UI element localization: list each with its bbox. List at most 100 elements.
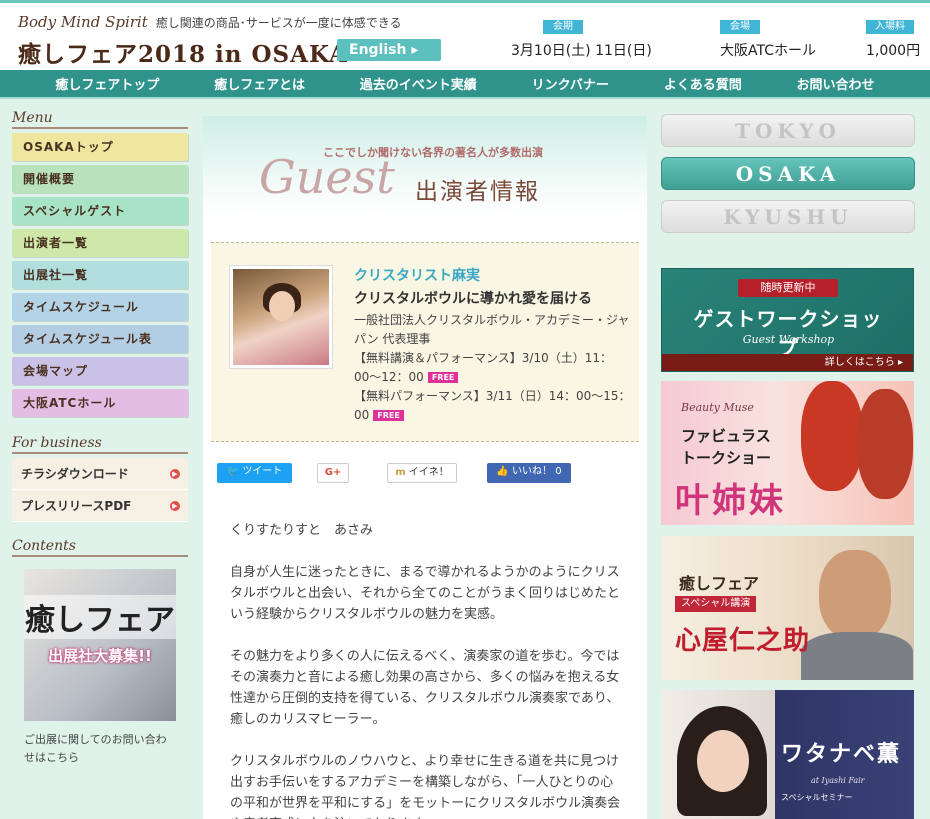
kano-sisters-name: 叶姉妹 <box>675 481 786 521</box>
free-badge: FREE <box>373 410 404 421</box>
nav-about[interactable]: 癒しフェアとは <box>214 74 305 93</box>
arrow-right-icon: ▸ <box>411 42 419 58</box>
bio-paragraph-2: その魅力をより多くの人に伝えるべく、演奏家の道を歩む。今ではその演奏力と音による… <box>230 649 620 727</box>
right-sidebar: TOKYO OSAKA KYUSHU 随時更新中 ゲストワークショップ Gues… <box>661 114 915 819</box>
talkshow-title: ファビュラス トークショー <box>681 425 771 469</box>
city-tab-osaka[interactable]: OSAKA <box>661 157 915 190</box>
workshop-title: ゲストワークショップ <box>693 307 883 360</box>
bio-reading: くりすたりすと あさみ <box>230 523 374 538</box>
guest-title-ja: 出演者情報 <box>415 179 540 205</box>
mixi-button[interactable]: m イイネ！ <box>387 463 457 483</box>
venue-value: 大阪ATCホール <box>720 43 816 59</box>
city-tab-tokyo[interactable]: TOKYO <box>661 114 915 147</box>
performer-org: 一般社団法人クリスタルボウル・アカデミー・ジャパン 代表理事 <box>354 313 630 346</box>
event-1: 【無料講演＆パフォーマンス】3/10（土）11：00〜12：00 FREE <box>354 349 632 387</box>
contents-heading: Contents <box>12 538 188 557</box>
nav-top[interactable]: 癒しフェアトップ <box>55 74 159 93</box>
menu-item-osaka-top[interactable]: OSAKAトップ <box>12 133 188 161</box>
tagline: Body Mind Spirit 癒し関連の商品･サービスが一度に体感できる <box>18 13 402 31</box>
flyer-download-label: チラシダウンロード <box>21 467 129 481</box>
exhibitor-recruit-banner[interactable]: 癒しフェア 出展社大募集!! <box>24 569 176 721</box>
fb-label: いいね！ 0 <box>512 466 562 477</box>
bird-icon: 🐦 <box>226 466 240 477</box>
portrait-shape <box>697 730 749 792</box>
kokoroya-fair-label: 癒しフェア <box>679 574 760 593</box>
update-badge: 随時更新中 <box>738 279 838 297</box>
menu-item-atc-hall[interactable]: 大阪ATCホール <box>12 389 188 417</box>
kano-sisters-banner[interactable]: Beauty Muse ファビュラス トークショー 叶姉妹 <box>661 381 914 525</box>
performer-title: クリスタルボウルに導かれ愛を届ける <box>354 291 592 307</box>
press-release-label: プレスリリースPDF <box>21 499 132 513</box>
menu-item-time-schedule-table[interactable]: タイムスケジュール表 <box>12 325 188 353</box>
promo-subtitle: 出展社大募集!! <box>48 647 152 665</box>
menu-item-performers[interactable]: 出演者一覧 <box>12 229 188 257</box>
workshop-more-link[interactable]: 詳しくはこちら ▸ <box>662 354 913 371</box>
left-sidebar: Menu OSAKAトップ 開催概要 スペシャルゲスト 出演者一覧 出展社一覧 … <box>12 110 188 767</box>
arrow-circle-icon: ▶ <box>170 501 180 511</box>
site-header: Body Mind Spirit 癒し関連の商品･サービスが一度に体感できる 癒し… <box>0 0 930 70</box>
watanabe-name: ワタナベ薫 <box>781 741 902 767</box>
talkshow-line1: ファビュラス <box>681 427 771 445</box>
flyer-download-link[interactable]: チラシダウンロード ▶ <box>12 458 188 490</box>
nav-faq[interactable]: よくある質問 <box>664 74 742 93</box>
bio-paragraph-1: 自身が人生に迷ったときに、まるで導かれるようかのようにクリスタルボウルと出会い、… <box>230 565 621 622</box>
period-badge: 会期 <box>543 20 583 34</box>
workshop-subtitle: Guest Workshop <box>742 333 835 346</box>
mixi-label: イイネ！ <box>408 467 449 478</box>
mixi-icon: m <box>395 467 406 478</box>
performer-photo <box>229 265 333 369</box>
guest-workshop-banner[interactable]: 随時更新中 ゲストワークショップ Guest Workshop 詳しくはこちら … <box>661 268 914 372</box>
portrait-shape <box>801 632 913 680</box>
special-lecture-badge: スペシャル講演 <box>675 596 757 612</box>
main-content: Guest ここでしか聞けない各界の著名人が多数出演 出演者情報 クリスタリスト… <box>203 116 647 819</box>
bio-paragraph-3: クリスタルボウルのノウハウと、より幸せに生きる道を共に見つけ出すお手伝いをするア… <box>230 754 621 819</box>
portrait-shape <box>801 381 863 491</box>
facebook-like-button[interactable]: 👍 いいね！ 0 <box>487 463 571 483</box>
period-value: 3月10日(土) 11日(日) <box>511 43 652 59</box>
watanabe-sub: at Iyashi Fair <box>811 776 865 785</box>
menu-heading: Menu <box>12 110 188 129</box>
performer-bio: くりすたりすと あさみ 自身が人生に迷ったときに、まるで導かれるようかのようにク… <box>230 520 625 819</box>
business-heading: For business <box>12 435 188 454</box>
tagline-en: Body Mind Spirit <box>18 13 148 31</box>
exhibitor-contact-link[interactable]: ご出展に関してのお問い合わせはこちら <box>24 731 176 767</box>
free-badge: FREE <box>427 372 459 383</box>
menu-item-time-schedule[interactable]: タイムスケジュール <box>12 293 188 321</box>
watanabe-banner[interactable]: ワタナベ薫 at Iyashi Fair スペシャルセミナー <box>661 690 914 819</box>
nav-link-banner[interactable]: リンクバナー <box>532 74 609 93</box>
tagline-ja: 癒し関連の商品･サービスが一度に体感できる <box>155 16 402 30</box>
guest-subtitle: ここでしか聞けない各界の著名人が多数出演 <box>323 146 543 159</box>
english-button[interactable]: English ▸ <box>337 39 441 61</box>
kokoroya-name: 心屋仁之助 <box>675 626 811 656</box>
menu-item-exhibitors[interactable]: 出展社一覧 <box>12 261 188 289</box>
thumbs-up-icon: 👍 <box>496 466 509 477</box>
city-tab-kyushu[interactable]: KYUSHU <box>661 200 915 233</box>
tweet-button[interactable]: 🐦 ツイート <box>217 463 292 483</box>
talkshow-line2: トークショー <box>681 449 772 467</box>
portrait-shape <box>819 550 891 640</box>
event-1-text: 【無料講演＆パフォーマンス】3/10（土）11：00〜12：00 <box>354 351 612 384</box>
english-label: English <box>349 42 407 58</box>
nav-contact[interactable]: お問い合わせ <box>797 74 875 93</box>
fee-value: 1,000円 <box>866 43 921 59</box>
menu-item-venue-map[interactable]: 会場マップ <box>12 357 188 385</box>
performer-card: クリスタリスト麻実 クリスタルボウルに導かれ愛を届ける 一般社団法人クリスタルボ… <box>211 242 639 442</box>
main-nav: 癒しフェアトップ 癒しフェアとは 過去のイベント実績 リンクバナー よくある質問… <box>0 70 930 99</box>
promo-title: 癒しフェア <box>24 595 176 639</box>
performer-name: クリスタリスト麻実 <box>354 268 480 284</box>
press-release-link[interactable]: プレスリリースPDF ▶ <box>12 490 188 522</box>
portrait-shape <box>857 389 913 499</box>
menu-item-overview[interactable]: 開催概要 <box>12 165 188 193</box>
guest-header: Guest ここでしか聞けない各界の著名人が多数出演 出演者情報 <box>203 116 647 216</box>
kokoroya-banner[interactable]: 癒しフェア スペシャル講演 心屋仁之助 <box>661 536 914 680</box>
fee-badge: 入場料 <box>866 20 914 34</box>
beauty-muse-label: Beauty Muse <box>681 401 754 414</box>
nav-past-events[interactable]: 過去のイベント実績 <box>360 74 477 93</box>
site-logo[interactable]: 癒しフェア2018 in OSAKA <box>18 35 348 69</box>
tweet-label: ツイート <box>242 466 283 477</box>
venue-badge: 会場 <box>720 20 760 34</box>
menu-item-special-guest[interactable]: スペシャルゲスト <box>12 197 188 225</box>
arrow-circle-icon: ▶ <box>170 469 180 479</box>
gplus-button[interactable]: G+ <box>317 463 349 483</box>
watanabe-seminar: スペシャルセミナー <box>781 793 853 802</box>
